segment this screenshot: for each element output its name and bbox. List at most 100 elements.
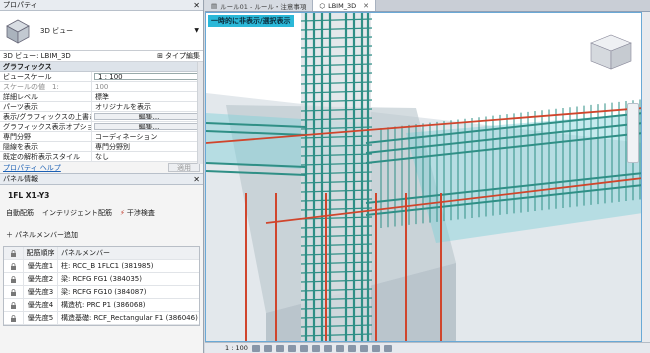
- order-column-header[interactable]: 配筋順序: [24, 247, 58, 259]
- property-value[interactable]: なし: [92, 152, 203, 161]
- property-row: パーツ表示 オリジナルを表示: [0, 102, 203, 112]
- edit-type-label: タイプ編集: [165, 52, 200, 60]
- property-value[interactable]: 標準: [92, 92, 203, 101]
- lock-cell[interactable]: [4, 260, 24, 272]
- navigation-bar[interactable]: [627, 103, 639, 163]
- table-row[interactable]: 優先度2 梁: RCFG FG1 (384035): [4, 273, 199, 286]
- constraints-icon[interactable]: [383, 344, 392, 352]
- temporary-hide-icon[interactable]: [335, 344, 344, 352]
- property-row: 既定の解析表示スタイル なし: [0, 152, 203, 162]
- group-label: グラフィックス: [3, 62, 52, 71]
- group-header-graphics[interactable]: グラフィックス: [0, 62, 203, 72]
- lock-icon: [11, 249, 16, 257]
- visual-style-icon[interactable]: [263, 344, 272, 352]
- table-row[interactable]: 優先度5 構造基礎: RCF_Rectangular F1 (386046): [4, 312, 199, 325]
- type-selector[interactable]: 3D ビュー ▼: [0, 11, 203, 51]
- tab-lbim-3d[interactable]: ⬡ LBIM_3D ✕: [313, 0, 376, 11]
- close-icon[interactable]: ✕: [193, 1, 200, 10]
- sheet-icon: ▤: [211, 1, 218, 10]
- view-cube[interactable]: [590, 34, 632, 70]
- properties-title: プロパティ: [3, 1, 38, 9]
- view-scale[interactable]: 1 : 100: [225, 344, 248, 352]
- clash-check-label: 干渉検査: [126, 209, 155, 217]
- properties-scrollbar[interactable]: [197, 62, 203, 164]
- tab-rule01[interactable]: ▤ ルール01 - ルール・注意事項: [205, 0, 314, 11]
- left-panels: プロパティ ✕ 3D ビュー ▼ 3D ビュー: LBIM_3D ⊞ タイプ編集…: [0, 0, 204, 353]
- close-icon[interactable]: ✕: [363, 2, 369, 10]
- property-row: グラフィックス表示オプション 編集...: [0, 122, 203, 132]
- viewport-scrollbar[interactable]: [642, 12, 650, 342]
- property-row: 表示/グラフィックスの上書き 編集...: [0, 112, 203, 122]
- chevron-down-icon[interactable]: ▼: [194, 27, 199, 34]
- table-row[interactable]: 優先度4 構造杭: PRC P1 (386068): [4, 299, 199, 312]
- table-row[interactable]: 優先度1 柱: RCC_B 1FLC1 (381985): [4, 260, 199, 273]
- order-cell: 優先度2: [24, 273, 58, 285]
- type-name: 3D ビュー: [40, 26, 74, 35]
- property-value[interactable]: 専門分野別: [92, 142, 203, 151]
- clash-check-button[interactable]: ⚡ 干渉検査: [120, 208, 155, 218]
- edit-type-button[interactable]: ⊞ タイプ編集: [157, 51, 200, 61]
- panel-name: 1FL X1-Y3: [8, 191, 50, 200]
- analytical-model-icon[interactable]: [359, 344, 368, 352]
- member-cell: 梁: RCFG FG1 (384035): [61, 275, 142, 283]
- member-cell: 構造杭: PRC P1 (386068): [61, 301, 146, 309]
- panel-info-title-bar: パネル情報 ✕: [0, 174, 203, 185]
- lock-icon: [11, 314, 16, 322]
- intelligent-place-button[interactable]: インテリジェント配筋: [42, 208, 112, 218]
- property-row: スケールの値 1: 100: [0, 82, 203, 92]
- panel-info-title: パネル情報: [3, 175, 38, 183]
- shadows-icon[interactable]: [287, 344, 296, 352]
- crop-view-icon[interactable]: [299, 344, 308, 352]
- property-value[interactable]: コーディネーション: [92, 132, 203, 141]
- property-value[interactable]: 1 : 100: [94, 73, 201, 80]
- edit-type-icon: ⊞: [157, 52, 163, 60]
- edit-button[interactable]: 編集...: [94, 123, 201, 130]
- view-area: ▤ ルール01 - ルール・注意事項 ⬡ LBIM_3D ✕ 一時的に非表示/選…: [205, 0, 650, 353]
- show-crop-icon[interactable]: [311, 344, 320, 352]
- detail-level-icon[interactable]: [251, 344, 260, 352]
- column-volume: [301, 13, 371, 341]
- reveal-hidden-icon[interactable]: [347, 344, 356, 352]
- lock-cell[interactable]: [4, 299, 24, 311]
- property-key: 隠線を表示: [0, 142, 92, 151]
- order-cell: 優先度3: [24, 286, 58, 298]
- lock-cell[interactable]: [4, 286, 24, 298]
- lock-cell[interactable]: [4, 312, 24, 324]
- auto-place-button[interactable]: 自動配筋: [6, 208, 34, 218]
- lock-column-header: [4, 247, 24, 259]
- rebar-model: [206, 13, 641, 341]
- property-key: 既定の解析表示スタイル: [0, 152, 92, 161]
- close-icon[interactable]: ✕: [193, 175, 200, 184]
- member-cell: 柱: RCC_B 1FLC1 (381985): [61, 262, 154, 270]
- tab-label: LBIM_3D: [328, 1, 357, 10]
- member-column-header[interactable]: パネルメンバー: [58, 247, 199, 259]
- table-row[interactable]: 優先度3 梁: RCFG FG10 (384087): [4, 286, 199, 299]
- property-key: パーツ表示: [0, 102, 92, 111]
- property-row: ビュースケール 1 : 100: [0, 72, 203, 82]
- lock-icon: [11, 288, 16, 296]
- properties-footer: プロパティ ヘルプ 適用: [0, 162, 203, 174]
- apply-button[interactable]: 適用: [168, 163, 200, 172]
- lock-cell[interactable]: [4, 273, 24, 285]
- 3d-view-icon: [6, 19, 30, 44]
- highlight-displacement-icon[interactable]: [371, 344, 380, 352]
- add-member-button[interactable]: ＋ パネルメンバー追加: [0, 227, 203, 243]
- property-row: 専門分野 コーディネーション: [0, 132, 203, 142]
- temporary-hide-indicator: 一時的に非表示/選択表示: [208, 15, 294, 27]
- view-control-bar: 1 : 100: [205, 342, 650, 353]
- properties-help-link[interactable]: プロパティ ヘルプ: [3, 163, 61, 173]
- property-key: ビュースケール: [0, 72, 92, 81]
- panel-toolbar: 自動配筋 インテリジェント配筋 ⚡ 干渉検査: [0, 205, 203, 221]
- 3d-viewport[interactable]: 一時的に非表示/選択表示: [205, 12, 642, 342]
- lock-icon: [11, 275, 16, 283]
- property-key: 詳細レベル: [0, 92, 92, 101]
- order-cell: 優先度4: [24, 299, 58, 311]
- member-rows: 優先度1 柱: RCC_B 1FLC1 (381985) 優先度2 梁: RCFG F…: [4, 260, 199, 325]
- sun-path-icon[interactable]: [275, 344, 284, 352]
- edit-button[interactable]: 編集...: [94, 113, 201, 120]
- clash-icon: ⚡: [120, 209, 125, 217]
- instance-selector[interactable]: 3D ビュー: LBIM_3D: [3, 51, 71, 61]
- property-value[interactable]: オリジナルを表示: [92, 102, 203, 111]
- instance-row: 3D ビュー: LBIM_3D ⊞ タイプ編集: [0, 51, 203, 62]
- lock-view-icon[interactable]: [323, 344, 332, 352]
